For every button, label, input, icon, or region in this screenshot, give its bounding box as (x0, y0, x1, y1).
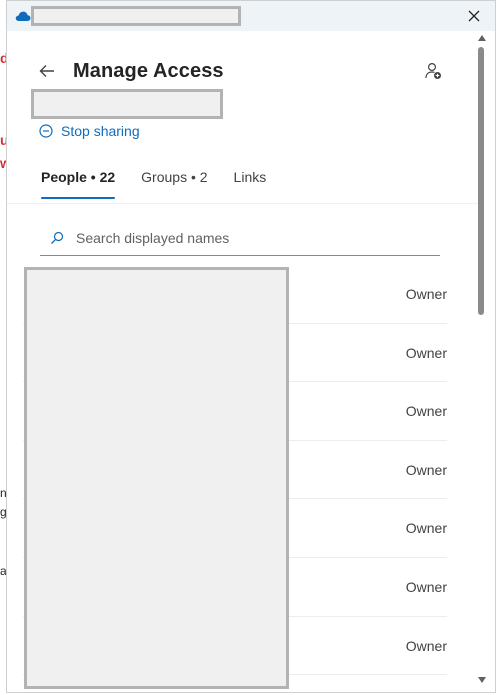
page-title: Manage Access (73, 60, 224, 82)
title-bar (7, 1, 495, 31)
search-box (40, 221, 440, 256)
role-label[interactable]: Owner (406, 345, 447, 361)
close-icon (468, 10, 480, 22)
stop-circle-icon (39, 124, 53, 138)
role-label[interactable]: Owner (406, 520, 447, 536)
role-label[interactable]: Owner (406, 638, 447, 654)
search-input[interactable] (74, 229, 418, 247)
role-label[interactable]: Owner (406, 462, 447, 478)
role-label[interactable]: Owner (406, 579, 447, 595)
access-tabs: People • 22 Groups • 2 Links (41, 169, 266, 199)
manage-access-window: Manage Access Stop sharing People • 22 G… (6, 0, 496, 693)
stop-sharing-label: Stop sharing (61, 123, 140, 139)
onedrive-cloud-icon (15, 11, 31, 21)
tabs-divider (7, 203, 481, 204)
stop-sharing-link[interactable]: Stop sharing (39, 123, 140, 139)
role-label[interactable]: Owner (406, 403, 447, 419)
scroll-thumb[interactable] (478, 47, 484, 315)
redacted-people-names (24, 267, 289, 689)
redacted-file-name (31, 6, 241, 26)
tab-links[interactable]: Links (234, 169, 267, 199)
tab-people[interactable]: People • 22 (41, 169, 116, 199)
role-label[interactable]: Owner (406, 286, 447, 302)
scroll-down-arrow-icon[interactable] (478, 677, 486, 683)
share-with-people-button[interactable] (423, 61, 443, 81)
vertical-scrollbar[interactable] (475, 33, 487, 683)
close-button[interactable] (463, 5, 485, 27)
redacted-file-path (31, 89, 223, 119)
back-button[interactable] (37, 61, 57, 81)
tab-groups[interactable]: Groups • 2 (141, 169, 207, 199)
scroll-up-arrow-icon[interactable] (478, 35, 486, 41)
search-icon (51, 231, 64, 244)
